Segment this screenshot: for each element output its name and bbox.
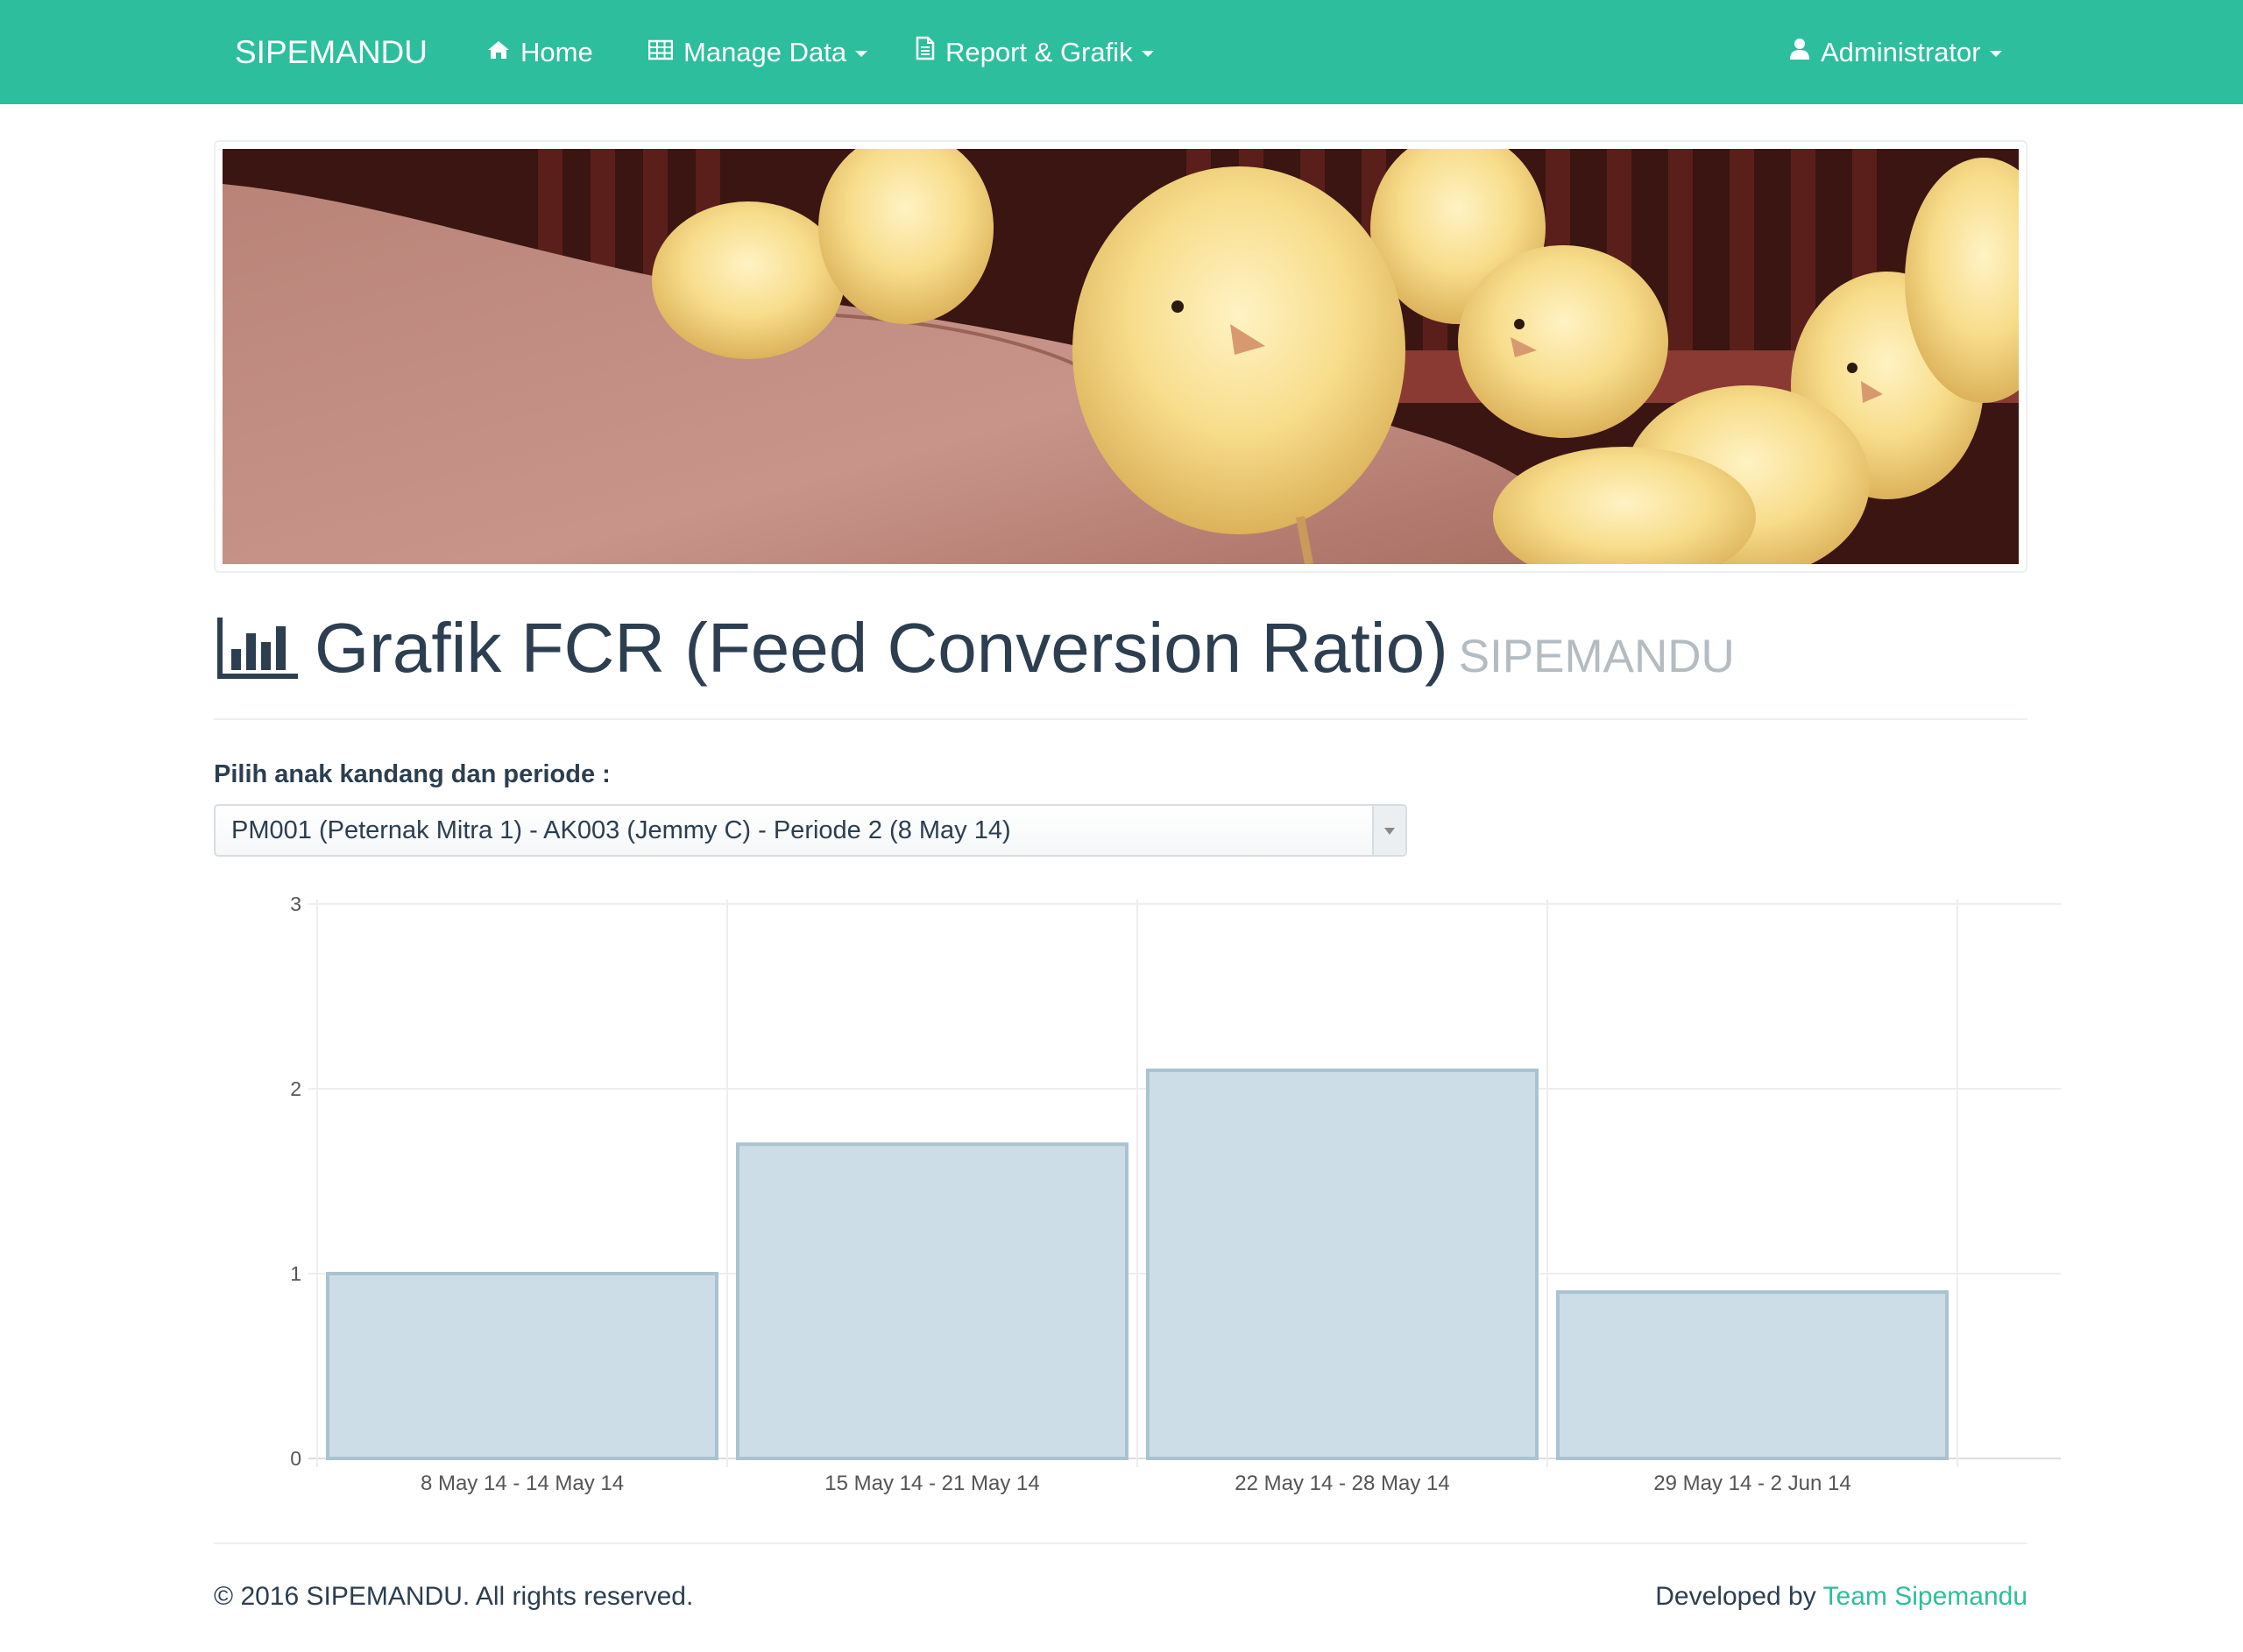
bar-chart-icon — [217, 618, 298, 683]
nav-home-label: Home — [520, 37, 593, 67]
y-tick-label: 3 — [290, 893, 301, 915]
chevron-down-icon — [1989, 51, 2002, 58]
period-select[interactable]: PM001 (Peternak Mitra 1) - AK003 (Jemmy … — [214, 804, 1407, 857]
navbar: SIPEMANDU Home Manage Data Report & Graf… — [0, 0, 2243, 104]
home-icon — [487, 0, 510, 103]
chevron-down-icon — [1141, 51, 1154, 58]
x-tick-label: 8 May 14 - 14 May 14 — [421, 1472, 624, 1495]
page-subtitle: SIPEMANDU — [1458, 631, 1735, 682]
footer-copyright: © 2016 SIPEMANDU. All rights reserved. — [214, 1582, 694, 1611]
y-tick-label: 2 — [290, 1077, 301, 1100]
select-label: Pilih anak kandang dan periode : — [214, 760, 611, 788]
nav-home[interactable]: Home — [487, 0, 593, 104]
fcr-bar-chart: 0 1 2 3 8 May 14 - 14 May 14 15 May 14 - 21 M… — [214, 880, 2068, 1515]
chevron-down-icon — [1384, 828, 1395, 835]
bar — [736, 1142, 1129, 1460]
nav-user-label: Administrator — [1821, 37, 1981, 67]
y-tick-label: 0 — [290, 1447, 301, 1470]
fcr-chart-svg: 0 1 2 3 8 May 14 - 14 May 14 15 May 14 - 21 M… — [290, 893, 2061, 1495]
user-icon — [1789, 0, 1810, 103]
bar — [1556, 1290, 1949, 1460]
y-tick-label: 1 — [290, 1262, 301, 1285]
chevron-down-icon — [855, 51, 868, 58]
page-title-text: Grafik FCR (Feed Conversion Ratio) — [315, 609, 1448, 687]
team-link[interactable]: Team Sipemandu — [1823, 1582, 2027, 1611]
footer-divider — [214, 1543, 2027, 1544]
x-tick-label: 15 May 14 - 21 May 14 — [824, 1472, 1039, 1495]
x-tick-label: 29 May 14 - 2 Jun 14 — [1653, 1472, 1850, 1495]
nav-user-menu[interactable]: Administrator — [1789, 0, 2002, 104]
bar — [1146, 1068, 1539, 1460]
page-header: Grafik FCR (Feed Conversion Ratio) SIPEMA… — [214, 604, 2027, 720]
banner-frame — [214, 140, 2027, 573]
banner-image-chicks — [223, 149, 2019, 564]
page-title: Grafik FCR (Feed Conversion Ratio) SIPEMA… — [315, 604, 1735, 701]
period-select-value: PM001 (Peternak Mitra 1) - AK003 (Jemmy … — [231, 816, 1011, 844]
footer-developed-by: Developed by — [1655, 1582, 1816, 1611]
nav-report-grafik[interactable]: Report & Grafik — [916, 0, 1154, 104]
nav-report-grafik-label: Report & Grafik — [945, 37, 1133, 67]
table-icon — [647, 0, 674, 103]
footer-credits: Developed by Team Sipemandu — [1655, 1582, 2027, 1612]
select-arrow-button[interactable] — [1372, 806, 1405, 855]
brand-logo[interactable]: SIPEMANDU — [235, 0, 428, 104]
document-icon — [916, 0, 935, 103]
nav-manage-data[interactable]: Manage Data — [647, 0, 868, 104]
nav-manage-data-label: Manage Data — [683, 37, 847, 67]
x-tick-label: 22 May 14 - 28 May 14 — [1235, 1472, 1449, 1495]
bar — [326, 1272, 718, 1460]
